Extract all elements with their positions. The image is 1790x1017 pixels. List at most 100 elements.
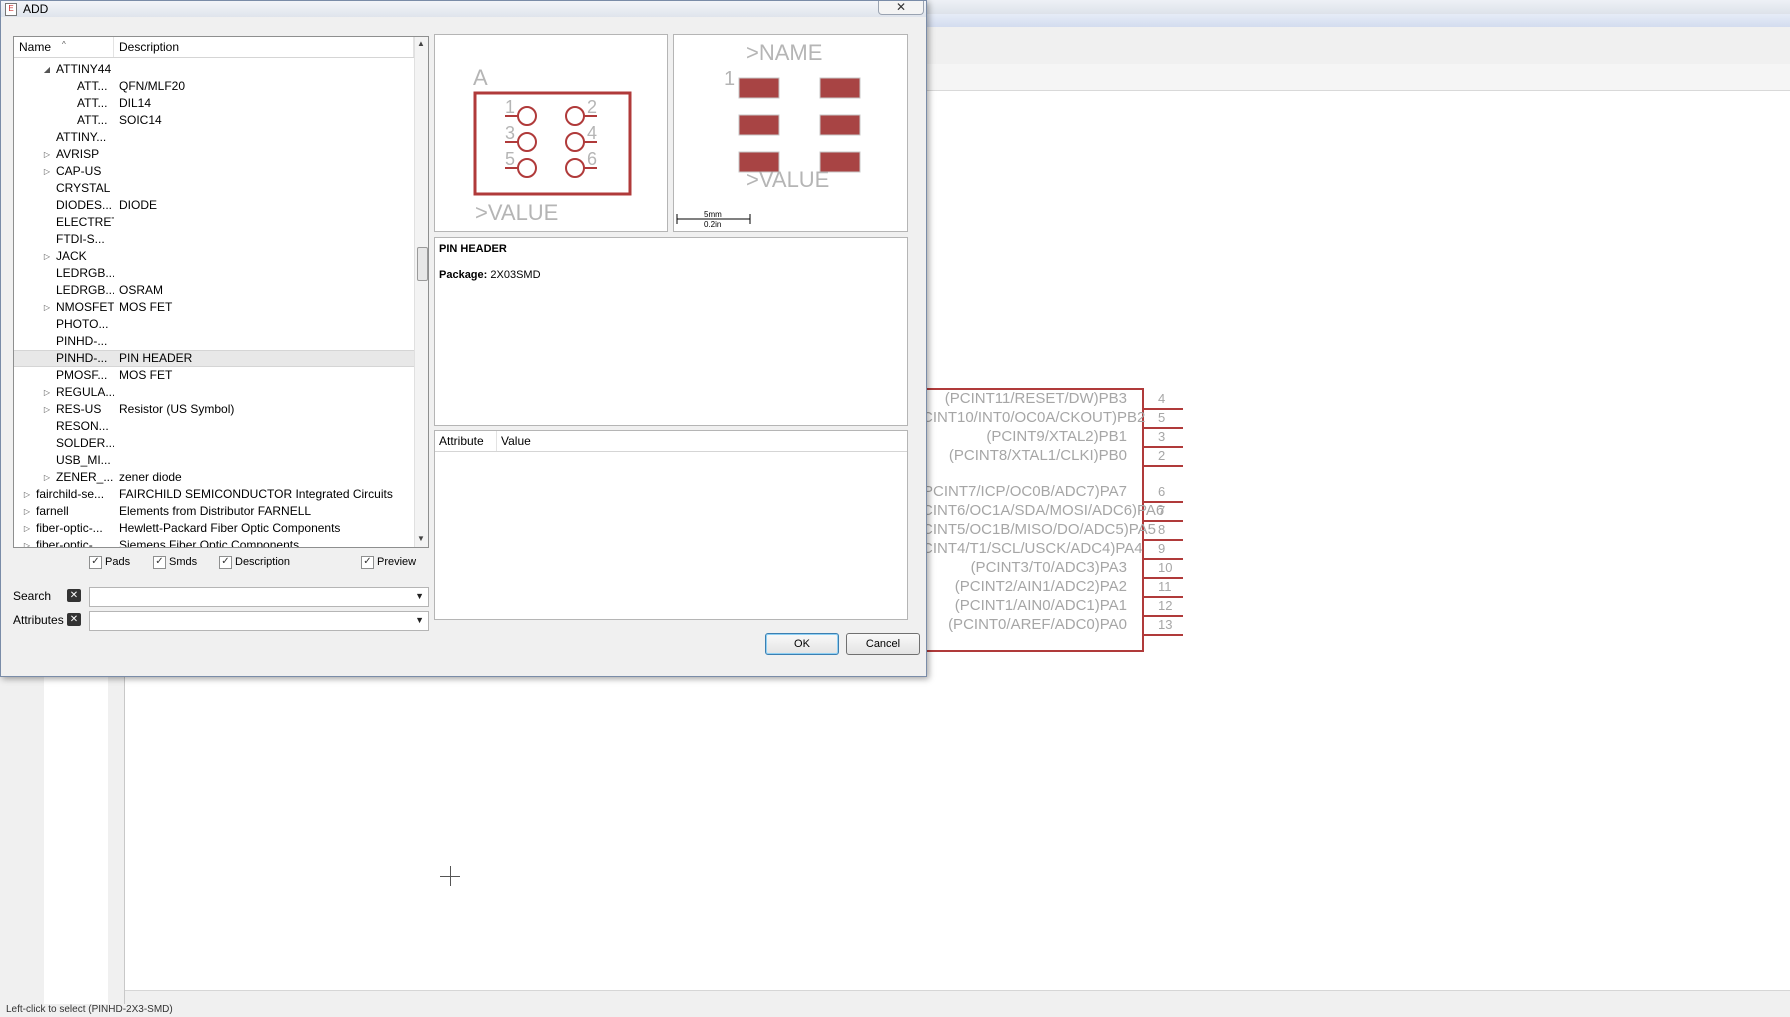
- tree-row-name: LEDRGB...: [56, 283, 114, 297]
- column-header-description[interactable]: Description: [114, 37, 414, 57]
- tree-row[interactable]: ▷ fiber-optic-... Siemens Fiber Optic Comp…: [14, 537, 414, 547]
- collapsed-arrow-icon[interactable]: ▷: [42, 146, 52, 163]
- column-attribute-label: Attribute: [439, 434, 484, 448]
- tree-row-name: RESON...: [56, 419, 109, 433]
- tree-row-name: NMOSFET: [56, 300, 114, 314]
- collapsed-arrow-icon[interactable]: ▷: [22, 486, 32, 503]
- scale-mm-label: 5mm: [704, 210, 722, 219]
- tree-row-name: PHOTO...: [56, 317, 109, 331]
- package-value: 2X03SMD: [490, 269, 541, 281]
- tree-row[interactable]: CRYSTAL: [14, 180, 414, 197]
- command-panel: [44, 670, 109, 1007]
- sort-ascending-icon: ^: [62, 40, 66, 49]
- collapsed-arrow-icon[interactable]: ▷: [42, 469, 52, 486]
- column-header-name[interactable]: Name ^: [14, 37, 114, 57]
- package-value-text: >VALUE: [746, 167, 829, 192]
- tree-row[interactable]: ▷ ZENER_... zener diode: [14, 469, 414, 486]
- tree-row[interactable]: ▷ JACK: [14, 248, 414, 265]
- tree-row[interactable]: ELECTRET: [14, 214, 414, 231]
- tree-row[interactable]: ATT... SOIC14: [14, 112, 414, 129]
- tree-row[interactable]: ◢ ATTINY44: [14, 61, 414, 78]
- tree-row-description: QFN/MLF20: [119, 79, 186, 93]
- pin-label: (PCINT2/AIN1/ADC2)PA2: [954, 578, 1127, 595]
- close-button[interactable]: ✕: [878, 1, 924, 15]
- search-dropdown-icon[interactable]: ▼: [415, 591, 424, 601]
- tree-row[interactable]: DIODES... DIODE: [14, 197, 414, 214]
- tree-header: Name ^ Description: [14, 37, 414, 58]
- tree-row[interactable]: ATTINY...: [14, 129, 414, 146]
- tree-row[interactable]: ▷ farnell Elements from Distributor FARNEL…: [14, 503, 414, 520]
- column-header-attribute[interactable]: Attribute: [435, 431, 497, 451]
- tree-row[interactable]: ATT... QFN/MLF20: [14, 78, 414, 95]
- pin-label: (PCINT10/INT0/OC0A/CKOUT)PB2: [907, 409, 1146, 426]
- collapsed-arrow-icon[interactable]: ▷: [22, 537, 32, 547]
- tree-row[interactable]: ATT... DIL14: [14, 95, 414, 112]
- checkbox-box[interactable]: ✓: [153, 556, 166, 569]
- checkbox-label: Preview: [377, 556, 417, 568]
- pin-label: (PCINT9/XTAL2)PB1: [986, 428, 1127, 445]
- scrollbar-thumb[interactable]: [417, 247, 428, 281]
- tree-row[interactable]: PHOTO...: [14, 316, 414, 333]
- tree-row[interactable]: FTDI-S...: [14, 231, 414, 248]
- checkbox-box[interactable]: ✓: [361, 556, 374, 569]
- tree-row-name: AVRISP: [56, 147, 100, 161]
- tree-row[interactable]: PMOSF... MOS FET: [14, 367, 414, 384]
- expanded-arrow-icon[interactable]: ◢: [42, 61, 52, 78]
- package-name-text: >NAME: [746, 40, 822, 65]
- tree-row[interactable]: ▷ CAP-US: [14, 163, 414, 180]
- attributes-input[interactable]: ▼: [89, 611, 429, 631]
- checkbox-box[interactable]: ✓: [219, 556, 232, 569]
- collapsed-arrow-icon[interactable]: ▷: [42, 163, 52, 180]
- pin-number-right: 4: [587, 123, 597, 143]
- column-header-value[interactable]: Value: [497, 431, 907, 451]
- collapsed-arrow-icon[interactable]: ▷: [42, 299, 52, 316]
- tree-row[interactable]: USB_MI...: [14, 452, 414, 469]
- tree-row-name: DIODES...: [56, 198, 113, 212]
- scroll-down-arrow-icon[interactable]: ▼: [417, 534, 425, 543]
- add-dialog: E ADD ✕ Name ^ Description ◢ ATTINY44 ATT.…: [0, 0, 927, 677]
- package-label: Package:: [439, 269, 488, 281]
- tree-row[interactable]: ▷ RES-US Resistor (US Symbol): [14, 401, 414, 418]
- tree-vertical-scrollbar[interactable]: ▲ ▼: [414, 37, 428, 547]
- collapsed-arrow-icon[interactable]: ▷: [42, 401, 52, 418]
- command-panel-scrollbar[interactable]: [108, 670, 125, 1007]
- collapsed-arrow-icon[interactable]: ▷: [42, 248, 52, 265]
- attribute-table[interactable]: Attribute Value: [434, 430, 908, 620]
- parameter-toolbar: [925, 64, 1790, 91]
- tree-row[interactable]: LEDRGB...: [14, 265, 414, 282]
- tree-row[interactable]: ▷ fairchild-se... FAIRCHILD SEMICONDUCTOR …: [14, 486, 414, 503]
- checkbox-box[interactable]: ✓: [89, 556, 102, 569]
- scroll-up-arrow-icon[interactable]: ▲: [417, 39, 425, 48]
- ok-button[interactable]: OK: [765, 633, 839, 655]
- tree-row[interactable]: PINHD-...: [14, 333, 414, 350]
- pin-number: 5: [1158, 410, 1166, 425]
- collapsed-arrow-icon[interactable]: ▷: [22, 520, 32, 537]
- symbol-preview-drawing: A 1 3 5 2 4 6 >VALUE: [473, 65, 632, 225]
- tree-row[interactable]: RESON...: [14, 418, 414, 435]
- tree-row[interactable]: SOLDER...: [14, 435, 414, 452]
- pin-label: (PCINT8/XTAL1/CLKI)PB0: [948, 447, 1127, 464]
- attributes-clear-icon[interactable]: ✕: [67, 613, 81, 626]
- collapsed-arrow-icon[interactable]: ▷: [22, 503, 32, 520]
- collapsed-arrow-icon[interactable]: ▷: [42, 384, 52, 401]
- tree-row[interactable]: ▷ REGULA...: [14, 384, 414, 401]
- attribute-table-header: Attribute Value: [435, 431, 907, 452]
- attributes-dropdown-icon[interactable]: ▼: [415, 615, 424, 625]
- tree-row-description: DIL14: [119, 96, 152, 110]
- tree-row-name: fairchild-se...: [36, 487, 105, 501]
- column-value-label: Value: [501, 434, 531, 448]
- pin-label: (PCINT0/AREF/ADC0)PA0: [948, 616, 1127, 633]
- tree-row[interactable]: ▷ fiber-optic-... Hewlett-Packard Fiber Op…: [14, 520, 414, 537]
- tree-row[interactable]: ▷ NMOSFET MOS FET: [14, 299, 414, 316]
- tree-row-name: farnell: [36, 504, 69, 518]
- tree-row[interactable]: PINHD-... PIN HEADER: [14, 350, 414, 367]
- search-input[interactable]: ▼: [89, 587, 429, 607]
- tree-row-description: MOS FET: [119, 368, 173, 382]
- cancel-button[interactable]: Cancel: [846, 633, 920, 655]
- library-tree[interactable]: Name ^ Description ◢ ATTINY44 ATT... QFN/ML…: [13, 36, 429, 548]
- tree-row[interactable]: LEDRGB... OSRAM: [14, 282, 414, 299]
- pin-number: 10: [1158, 560, 1173, 575]
- tree-row[interactable]: ▷ AVRISP: [14, 146, 414, 163]
- canvas-horizontal-scrollbar[interactable]: [125, 990, 1790, 1005]
- search-clear-icon[interactable]: ✕: [67, 589, 81, 602]
